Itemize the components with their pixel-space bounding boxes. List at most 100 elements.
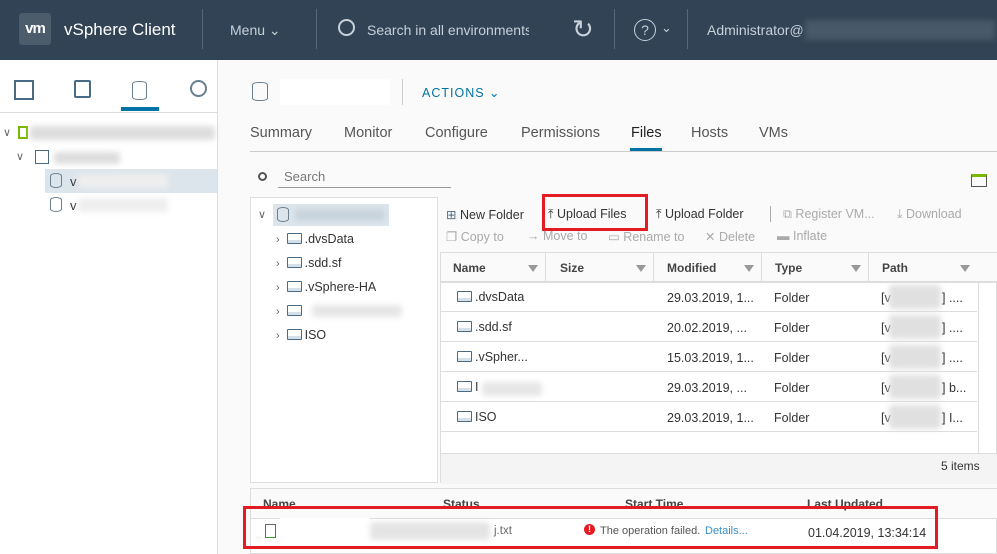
networking-icon[interactable]	[190, 80, 207, 97]
file-name: .dvsData	[475, 290, 525, 304]
tab-files[interactable]: Files	[631, 125, 662, 141]
chevron-down-icon: ⌄	[489, 86, 501, 100]
cell-modified: 29.03.2019, ...	[667, 381, 747, 395]
cell-path-end: ] ....	[942, 351, 963, 365]
upload-icon: ⤒	[656, 207, 662, 221]
column-header-name[interactable]: Name	[453, 261, 486, 275]
delete-button[interactable]: ✕ Delete	[705, 229, 755, 244]
tab-summary[interactable]: Summary	[250, 125, 312, 141]
vms-templates-icon[interactable]	[74, 80, 91, 98]
chevron-right-icon[interactable]: ›	[276, 258, 280, 270]
button-label: Copy to	[460, 230, 504, 244]
file-name: I	[475, 380, 479, 394]
cell-name: I	[457, 380, 478, 394]
folder-tree-item[interactable]: › ISO	[276, 328, 326, 342]
chevron-right-icon[interactable]: ›	[276, 282, 280, 294]
folder-tree-item[interactable]: ›	[276, 304, 305, 318]
column-header-type[interactable]: Type	[775, 261, 802, 275]
tab-monitor[interactable]: Monitor	[344, 125, 392, 141]
active-tab-indicator	[630, 148, 662, 151]
folder-icon	[286, 233, 302, 244]
folder-label: ISO	[304, 328, 327, 342]
filter-icon[interactable]	[744, 265, 754, 272]
filter-icon[interactable]	[960, 265, 970, 272]
move-to-button[interactable]: → Move to	[527, 229, 587, 243]
filter-icon[interactable]	[636, 265, 646, 272]
actions-button[interactable]: ACTIONS ⌄	[422, 85, 501, 100]
divider	[770, 206, 771, 222]
folder-icon	[457, 381, 472, 392]
app-title: vSphere Client	[64, 20, 176, 39]
chevron-down-icon[interactable]: ∨	[258, 208, 266, 221]
chevron-down-icon[interactable]: ⌄	[661, 20, 672, 36]
chevron-down-icon[interactable]: ∨	[3, 126, 11, 139]
tab-configure[interactable]: Configure	[425, 125, 488, 141]
refresh-icon[interactable]: ↻	[572, 14, 594, 45]
chevron-down-icon[interactable]: ∨	[16, 150, 24, 163]
grid-header	[441, 253, 997, 283]
chevron-right-icon[interactable]: ›	[276, 306, 280, 318]
register-vm-button[interactable]: ⧉ Register VM...	[783, 207, 875, 222]
chevron-right-icon[interactable]: ›	[276, 234, 280, 246]
button-label: Inflate	[792, 229, 828, 243]
file-name: .vSpher...	[475, 350, 528, 364]
cell-modified: 29.03.2019, 1...	[667, 291, 754, 305]
download-button[interactable]: ⤓ Download	[897, 207, 962, 222]
folder-tree-item[interactable]: › .dvsData	[276, 232, 354, 246]
folder-icon	[286, 305, 302, 316]
tab-permissions[interactable]: Permissions	[521, 125, 600, 141]
tree-item-vcenter[interactable]	[30, 126, 215, 140]
new-folder-button[interactable]: ⊞ New Folder	[446, 207, 524, 222]
highlight-box	[542, 194, 648, 231]
column-header-size[interactable]: Size	[560, 261, 584, 275]
cell-modified: 15.03.2019, 1...	[667, 351, 754, 365]
export-icon[interactable]	[971, 174, 987, 187]
folder-label: .sdd.sf	[304, 256, 342, 270]
tree-item-label: v	[70, 174, 77, 189]
copy-to-button[interactable]: ❐ Copy to	[446, 229, 504, 244]
divider	[545, 252, 546, 282]
redacted	[78, 198, 168, 212]
tree-item-datastore[interactable]: v	[70, 198, 77, 213]
folder-tree-item[interactable]: › .sdd.sf	[276, 256, 341, 270]
hosts-clusters-icon[interactable]	[14, 80, 34, 100]
menu-button[interactable]: Menu ⌄	[230, 22, 281, 39]
chevron-right-icon[interactable]: ›	[276, 330, 280, 342]
button-label: Upload Folder	[665, 207, 744, 221]
folder-icon	[286, 281, 302, 292]
user-menu[interactable]: Administrator@	[707, 22, 804, 38]
cell-path-end: ] b...	[942, 381, 967, 395]
global-search-input[interactable]: Search in all environments	[367, 22, 529, 38]
folder-tree-item[interactable]: › .vSphere-HA	[276, 280, 376, 294]
tab-hosts[interactable]: Hosts	[691, 125, 728, 141]
button-label: New Folder	[459, 208, 524, 222]
filter-icon[interactable]	[851, 265, 861, 272]
tab-vms[interactable]: VMs	[759, 125, 788, 141]
redacted-username	[805, 20, 995, 40]
inflate-button[interactable]: ▬ Inflate	[777, 229, 827, 243]
column-header-modified[interactable]: Modified	[667, 261, 716, 275]
tabs-divider	[250, 151, 997, 152]
vertical-scrollbar[interactable]	[978, 283, 996, 453]
file-search-input[interactable]: Search	[278, 169, 451, 188]
help-icon[interactable]: ?	[634, 19, 656, 41]
rename-to-button[interactable]: ▭ Rename to	[608, 229, 684, 244]
object-title	[280, 79, 390, 105]
divider	[402, 79, 403, 105]
actions-label: ACTIONS	[422, 86, 485, 100]
close-icon: ✕	[705, 230, 716, 244]
column-header-path[interactable]: Path	[882, 261, 908, 275]
search-icon	[338, 19, 355, 36]
divider	[614, 9, 615, 49]
storage-icon[interactable]	[132, 81, 147, 100]
upload-folder-button[interactable]: ⤒ Upload Folder	[656, 207, 744, 222]
filter-icon[interactable]	[528, 265, 538, 272]
datastore-icon	[50, 197, 62, 212]
datacenter-icon	[35, 150, 49, 164]
folder-label: .dvsData	[304, 232, 354, 246]
tree-item-datacenter[interactable]	[54, 152, 120, 164]
copy-icon: ❐	[446, 230, 458, 244]
divider	[653, 252, 654, 282]
redacted	[889, 345, 941, 369]
file-name: ISO	[475, 410, 497, 424]
